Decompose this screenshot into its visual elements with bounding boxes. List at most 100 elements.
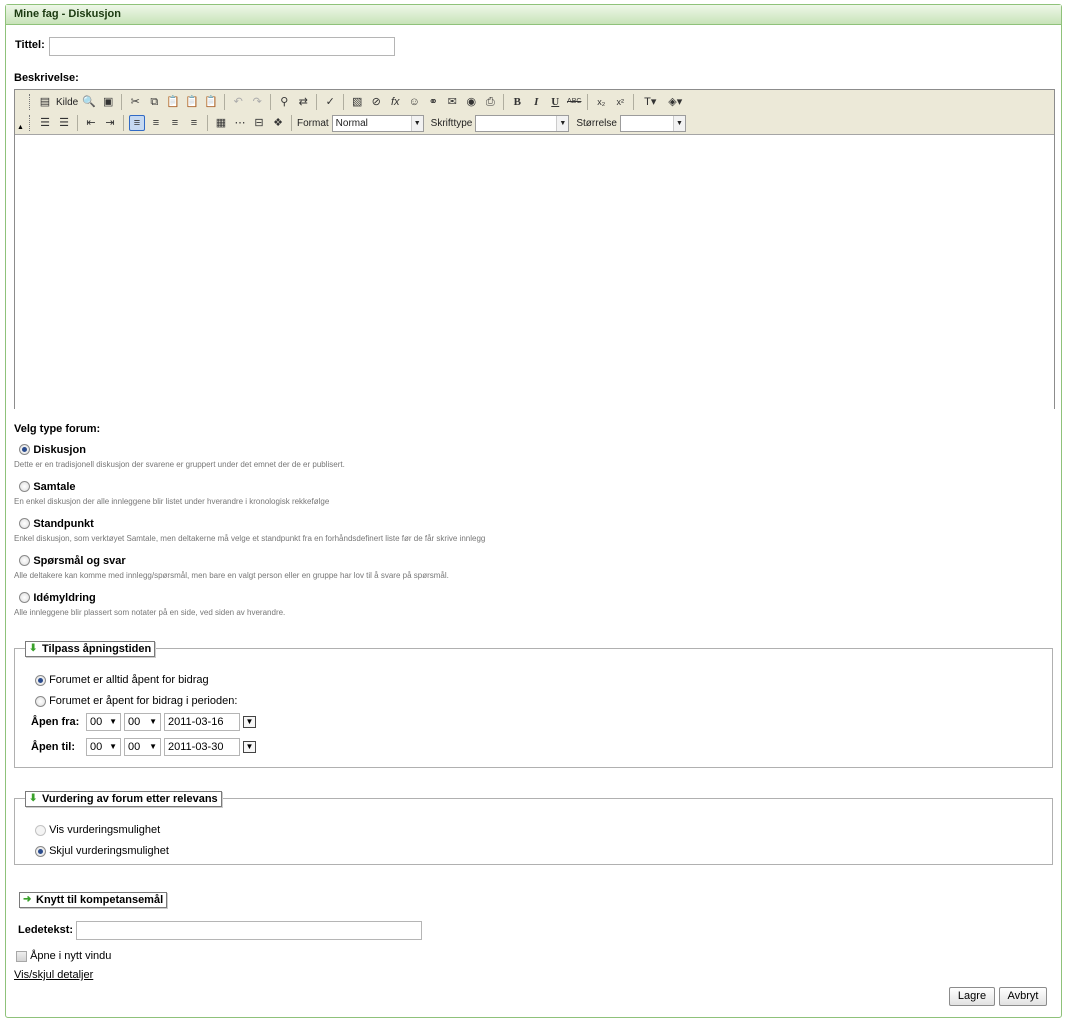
hour-value: 00 — [90, 716, 103, 728]
smiley-icon[interactable]: ☺ — [406, 94, 422, 110]
align-justify-icon[interactable]: ≡ — [186, 115, 202, 131]
image-icon[interactable]: ▧ — [349, 94, 365, 110]
paste-word-icon[interactable]: 📋 — [203, 94, 219, 110]
font-select[interactable]: ▼ — [475, 114, 570, 132]
option-label: Samtale — [33, 481, 76, 493]
open-new-window-option[interactable]: Åpne i nytt vindu — [16, 950, 111, 962]
source-icon[interactable]: ▤ — [37, 94, 53, 110]
preview-icon[interactable]: 🔍 — [81, 94, 97, 110]
forum-type-option-qa[interactable]: Spørsmål og svar — [19, 553, 126, 567]
option-label: Standpunkt — [33, 518, 94, 530]
radio-show-rating[interactable] — [35, 824, 46, 836]
align-right-icon[interactable]: ≡ — [167, 115, 183, 131]
spellcheck-icon[interactable]: ✓ — [322, 94, 338, 110]
link-icon[interactable]: ⚭ — [425, 94, 441, 110]
toggle-details-link[interactable]: Vis/skjul detaljer — [14, 969, 93, 981]
separator — [633, 94, 635, 110]
open-from-date-input[interactable] — [164, 713, 240, 731]
undo-icon[interactable]: ↶ — [230, 94, 246, 110]
underline-button[interactable]: U — [547, 94, 563, 110]
copy-icon[interactable]: ⧉ — [146, 94, 162, 110]
calendar-icon[interactable]: ▼ — [243, 716, 256, 728]
outdent-icon[interactable]: ⇤ — [83, 115, 99, 131]
separator — [316, 94, 318, 110]
replace-icon[interactable]: ⇄ — [295, 94, 311, 110]
editor-content-area[interactable] — [15, 135, 1054, 409]
open-from-hour-select[interactable]: 00 ▼ — [86, 713, 121, 731]
separator — [224, 94, 226, 110]
show-rating-option[interactable]: Vis vurderingsmulighet — [35, 824, 160, 836]
paste-icon[interactable]: 📋 — [165, 94, 181, 110]
special-char-icon[interactable]: ❖ — [270, 115, 286, 131]
hide-rating-option[interactable]: Skjul vurderingsmulighet — [35, 845, 169, 857]
flash-icon[interactable]: ⊘ — [368, 94, 384, 110]
redo-icon[interactable]: ↷ — [249, 94, 265, 110]
table-icon[interactable]: ▦ — [213, 115, 229, 131]
formula-icon[interactable]: fx — [387, 94, 403, 110]
option-description: Dette er en tradisjonell diskusjon der s… — [14, 460, 345, 469]
print-icon[interactable]: ⎙ — [482, 94, 498, 110]
open-to-minute-select[interactable]: 00 ▼ — [124, 738, 161, 756]
source-button-label[interactable]: Kilde — [56, 97, 78, 108]
bold-button[interactable]: B — [509, 94, 525, 110]
horizontal-rule-icon[interactable]: ⋯ — [232, 115, 248, 131]
new-window-checkbox[interactable] — [16, 950, 27, 962]
forum-type-option-discussion[interactable]: Diskusjon — [19, 442, 86, 456]
save-button[interactable]: Lagre — [949, 987, 995, 1006]
radio-qa[interactable] — [19, 555, 30, 567]
open-to-hour-select[interactable]: 00 ▼ — [86, 738, 121, 756]
open-to-date-input[interactable] — [164, 738, 240, 756]
option-label: Diskusjon — [33, 444, 86, 456]
subscript-icon[interactable]: x₂ — [593, 94, 609, 110]
forum-type-option-conversation[interactable]: Samtale — [19, 479, 76, 493]
comment-icon[interactable]: ✉ — [444, 94, 460, 110]
opening-time-toggle[interactable]: ⬇ Tilpass åpningstiden — [25, 641, 156, 657]
radio-hide-rating[interactable] — [35, 845, 46, 857]
open-from-minute-select[interactable]: 00 ▼ — [124, 713, 161, 731]
chevron-down-icon: ▼ — [149, 742, 157, 751]
radio-discussion[interactable] — [19, 444, 30, 456]
calendar-icon[interactable]: ▼ — [243, 741, 256, 753]
radio-standpoint[interactable] — [19, 518, 30, 530]
separator — [343, 94, 345, 110]
radio-always-open[interactable] — [35, 674, 46, 686]
cut-icon[interactable]: ✂ — [127, 94, 143, 110]
find-icon[interactable]: ⚲ — [276, 94, 292, 110]
superscript-icon[interactable]: x² — [612, 94, 628, 110]
strikethrough-button[interactable]: ABC — [566, 94, 582, 110]
templates-icon[interactable]: ▣ — [100, 94, 116, 110]
italic-button[interactable]: I — [528, 94, 544, 110]
bulleted-list-icon[interactable]: ☰ — [56, 115, 72, 131]
radio-brainstorm[interactable] — [19, 592, 30, 604]
forum-type-option-standpoint[interactable]: Standpunkt — [19, 516, 94, 530]
period-open-option[interactable]: Forumet er åpent for bidrag i perioden: — [35, 695, 237, 707]
collapse-toolbar-icon[interactable]: ▲ — [17, 124, 24, 131]
link-competence-button[interactable]: ➜ Knytt til kompetansemål — [19, 892, 168, 908]
hour-value: 00 — [90, 741, 103, 753]
align-left-icon[interactable]: ≡ — [129, 115, 145, 131]
format-select[interactable]: Normal ▼ — [331, 114, 424, 132]
background-color-icon[interactable]: ◈▾ — [664, 94, 686, 110]
title-input[interactable] — [49, 37, 395, 56]
rating-toggle[interactable]: ⬇ Vurdering av forum etter relevans — [25, 791, 222, 807]
radio-conversation[interactable] — [19, 481, 30, 493]
align-center-icon[interactable]: ≡ — [148, 115, 164, 131]
paste-text-icon[interactable]: 📋 — [184, 94, 200, 110]
dialog-frame: Mine fag - Diskusjon Tittel: Beskrivelse… — [5, 4, 1062, 1018]
page-break-icon[interactable]: ⊟ — [251, 115, 267, 131]
size-select[interactable]: ▼ — [619, 114, 686, 132]
numbered-list-icon[interactable]: ☰ — [37, 115, 53, 131]
forum-type-option-brainstorm[interactable]: Idémyldring — [19, 590, 96, 604]
rating-fieldset: ⬇ Vurdering av forum etter relevans Vis … — [14, 791, 1053, 865]
separator — [503, 94, 505, 110]
radio-period-open[interactable] — [35, 695, 46, 707]
indent-icon[interactable]: ⇥ — [102, 115, 118, 131]
green-right-arrow-icon: ➜ — [23, 894, 32, 905]
minute-value: 00 — [128, 741, 141, 753]
cancel-button[interactable]: Avbryt — [999, 987, 1047, 1006]
always-open-label: Forumet er alltid åpent for bidrag — [49, 674, 209, 686]
prompt-input[interactable] — [76, 921, 422, 940]
always-open-option[interactable]: Forumet er alltid åpent for bidrag — [35, 674, 209, 686]
globe-icon[interactable]: ◉ — [463, 94, 479, 110]
text-color-icon[interactable]: T▾ — [639, 94, 661, 110]
